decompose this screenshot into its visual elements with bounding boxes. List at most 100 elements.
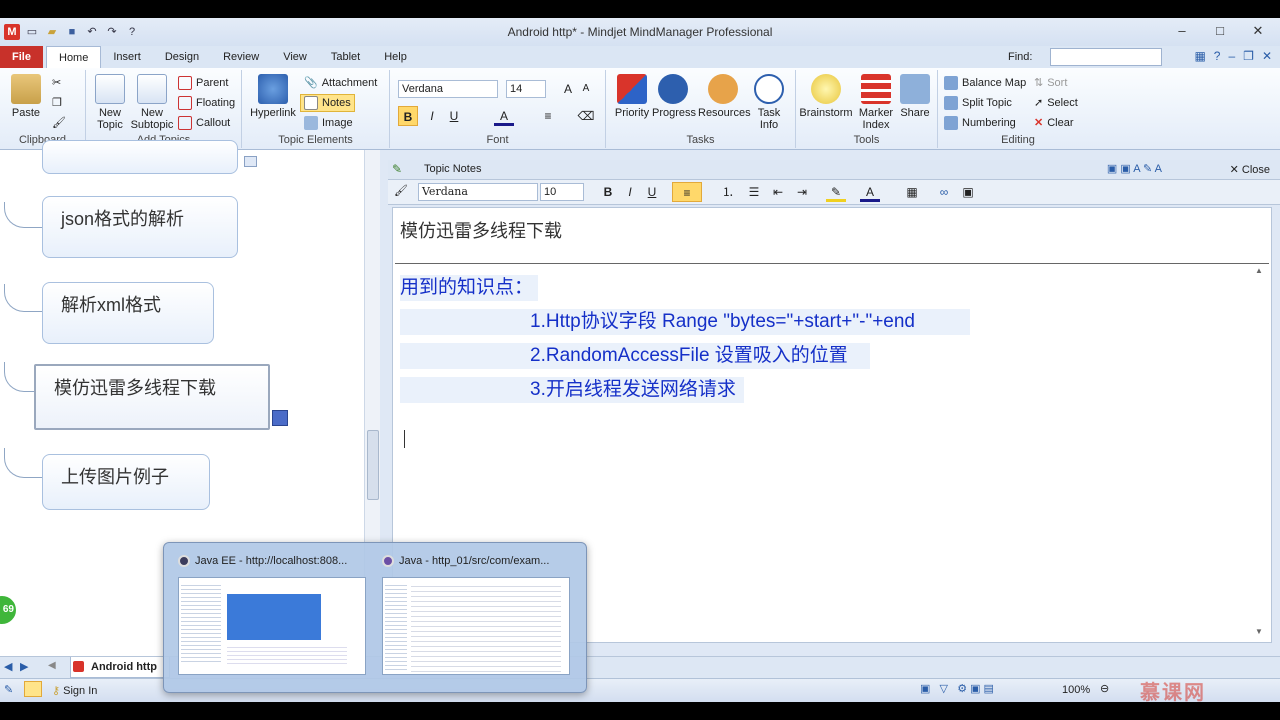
font-size-select[interactable]: 14 — [506, 80, 546, 98]
nav-forward-icon[interactable]: ▶ — [20, 660, 28, 673]
bullet-list-icon[interactable]: ☰ — [744, 182, 764, 202]
tab-file[interactable]: File — [0, 46, 43, 68]
clear-format-icon[interactable]: ⌫ — [576, 106, 596, 126]
notes-italic-button[interactable]: I — [620, 182, 640, 202]
preview-window[interactable]: Java EE - http://localhost:808... — [178, 553, 366, 679]
app-icon[interactable]: M — [4, 24, 20, 40]
tab-home[interactable]: Home — [46, 46, 102, 69]
resources-button[interactable]: Resources — [698, 74, 751, 119]
floating-button[interactable]: Floating — [178, 94, 235, 112]
notes-underline-button[interactable]: U — [642, 182, 662, 202]
numbered-list-icon[interactable]: ⒈ — [718, 182, 738, 202]
find-input[interactable] — [1050, 48, 1163, 66]
tab-insert[interactable]: Insert — [101, 46, 153, 68]
image-button[interactable]: Image — [304, 114, 353, 132]
map-topic[interactable]: 解析xml格式 — [42, 282, 214, 344]
tab-tablet[interactable]: Tablet — [319, 46, 372, 68]
sort-button[interactable]: ⇅ Sort — [1034, 74, 1067, 92]
scroll-down-icon[interactable]: ▼ — [1255, 627, 1263, 636]
layout-icon[interactable]: ▦ — [1194, 49, 1205, 63]
map-topic[interactable]: 上传图片例子 — [42, 454, 210, 510]
nav-back-icon[interactable]: ◀ — [4, 660, 12, 673]
topic-notes-icon[interactable] — [272, 410, 288, 426]
notes-bold-button[interactable]: B — [598, 182, 618, 202]
hyperlink-button[interactable]: Hyperlink — [248, 74, 298, 119]
notes-hyperlink-icon[interactable]: ∞ — [934, 182, 954, 202]
copy-icon[interactable]: ❐ — [52, 94, 62, 112]
tab-review[interactable]: Review — [211, 46, 271, 68]
maximize-icon[interactable]: □ — [1208, 21, 1232, 41]
undo-icon[interactable]: ↶ — [84, 24, 100, 40]
ribbon-restore-icon[interactable]: ❐ — [1243, 49, 1254, 63]
attachment-button[interactable]: 📎 Attachment — [304, 74, 377, 92]
new-subtopic-button[interactable]: New Subtopic — [130, 74, 174, 131]
highlight-tool-icon[interactable] — [24, 681, 42, 697]
font-color-icon[interactable]: A — [494, 106, 514, 126]
notes-button[interactable]: Notes — [300, 94, 355, 112]
marker-index-button[interactable]: Marker Index — [856, 74, 896, 131]
notes-option-icons[interactable]: ▣ ▣ A ✎ A — [1107, 162, 1162, 175]
save-icon[interactable]: ■ — [64, 24, 80, 40]
map-topic-partial[interactable] — [42, 140, 238, 174]
align-icon[interactable]: ≡ — [538, 106, 558, 126]
font-family-select[interactable]: Verdana — [398, 80, 498, 98]
numbering-button[interactable]: Numbering — [944, 114, 1016, 132]
help-circle-icon[interactable]: ? — [1214, 49, 1221, 63]
callout-button[interactable]: Callout — [178, 114, 230, 132]
notes-image-icon[interactable]: ▣ — [958, 182, 978, 202]
format-painter-icon[interactable]: 🖌 — [52, 114, 66, 132]
highlight-color-icon[interactable]: ✎ — [826, 182, 846, 202]
close-icon[interactable]: ✕ — [1246, 21, 1270, 41]
task-info-button[interactable]: Task Info — [752, 74, 786, 131]
redo-icon[interactable]: ↷ — [104, 24, 120, 40]
grow-font-icon[interactable]: A — [558, 79, 578, 99]
progress-button[interactable]: Progress — [652, 74, 696, 119]
tab-design[interactable]: Design — [153, 46, 211, 68]
balance-map-button[interactable]: Balance Map — [944, 74, 1026, 92]
italic-button[interactable]: I — [422, 106, 442, 126]
tab-view[interactable]: View — [271, 46, 319, 68]
ribbon-close-icon[interactable]: ✕ — [1262, 49, 1272, 63]
status-view-icons[interactable]: ▣ ▽ ⚙ ▣ ▤ — [920, 682, 994, 695]
notes-font-select[interactable]: Verdana — [418, 183, 538, 201]
selected-map-topic[interactable]: 模仿迅雷多线程下载 — [34, 364, 270, 430]
document-tab[interactable]: Android http — [70, 657, 170, 678]
sign-in-button[interactable]: ⚷ Sign In — [52, 684, 97, 697]
scroll-up-icon[interactable]: ▲ — [1255, 266, 1263, 275]
map-scroll-thumb[interactable] — [367, 430, 379, 500]
notes-format-painter-icon[interactable]: 🖌 — [394, 184, 408, 197]
notes-close-button[interactable]: ✕ Close — [1230, 163, 1270, 176]
parent-button[interactable]: Parent — [178, 74, 228, 92]
table-icon[interactable]: ▦ — [902, 182, 922, 202]
notes-vertical-scrollbar[interactable]: ▲ ▼ — [1255, 266, 1267, 636]
priority-button[interactable]: Priority — [612, 74, 652, 119]
bold-button[interactable]: B — [398, 106, 418, 126]
underline-button[interactable]: U — [444, 106, 464, 126]
clear-button[interactable]: ✕ Clear — [1034, 114, 1074, 132]
indent-icon[interactable]: ⇥ — [792, 182, 812, 202]
share-button[interactable]: Share — [898, 74, 932, 119]
tab-help[interactable]: Help — [372, 46, 419, 68]
help-icon[interactable]: ? — [124, 24, 140, 40]
cut-icon[interactable]: ✂ — [52, 74, 61, 92]
shrink-font-icon[interactable]: A — [576, 79, 596, 99]
notes-size-select[interactable]: 10 — [540, 183, 584, 201]
new-file-icon[interactable]: ▭ — [24, 24, 40, 40]
preview-window[interactable]: Java - http_01/src/com/exam... — [382, 553, 570, 679]
brainstorm-button[interactable]: Brainstorm — [798, 74, 854, 119]
new-topic-button[interactable]: New Topic — [90, 74, 130, 131]
notes-align-left-icon[interactable]: ≡ — [672, 182, 702, 202]
pen-icon[interactable]: ✎ — [4, 683, 13, 696]
notes-font-color-icon[interactable]: A — [860, 182, 880, 202]
split-topic-button[interactable]: Split Topic — [944, 94, 1012, 112]
topic-notes-icon[interactable] — [244, 156, 257, 167]
outdent-icon[interactable]: ⇤ — [768, 182, 788, 202]
zoom-out-icon[interactable]: ⊖ — [1100, 682, 1109, 695]
map-topic[interactable]: json格式的解析 — [42, 196, 238, 258]
tab-scroll-left-icon[interactable]: ◀ — [48, 660, 56, 671]
ribbon-minimize-icon[interactable]: – — [1228, 49, 1235, 63]
open-folder-icon[interactable]: ▰ — [44, 24, 60, 40]
paste-button[interactable]: Paste — [6, 74, 46, 119]
minimize-icon[interactable]: – — [1170, 21, 1194, 41]
select-button[interactable]: ➚ Select — [1034, 94, 1078, 112]
